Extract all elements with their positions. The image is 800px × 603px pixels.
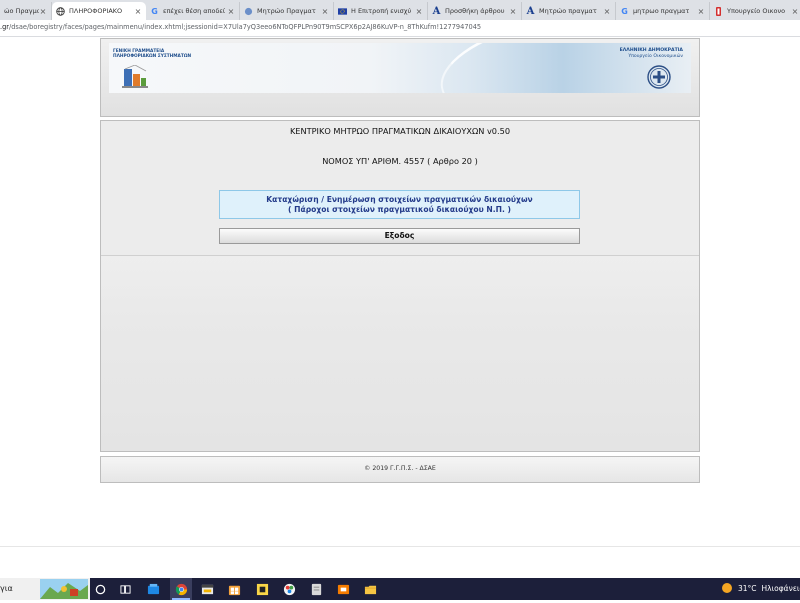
letter-a-icon: A xyxy=(432,5,441,17)
law-reference: ΝΟΜΟΣ ΥΠ' ΑΡΙΘΜ. 4557 ( Αρθρο 20 ) xyxy=(322,156,478,166)
page-content: ΓΕΝΙΚΗ ΓΡΑΜΜΑΤΕΙΑ ΠΛΗΡΟΦΟΡΙΑΚΩΝ ΣΥΣΤΗΜΑΤ… xyxy=(0,38,800,546)
search-highlight-icon xyxy=(40,579,88,599)
address-bar[interactable]: .gr/dsae/boregistry/faces/pages/mainmenu… xyxy=(0,20,800,37)
tab-title: ΠΛΗΡΟΦΟΡΙΑΚΟ xyxy=(69,7,123,15)
register-button-line2: ( Πάροχοι στοιχείων πραγματικού δικαιούχ… xyxy=(288,204,511,214)
browser-tab[interactable]: A Μητρώο πραγματ × xyxy=(522,2,616,20)
page-bottom-divider xyxy=(0,546,800,547)
tab-close-icon[interactable]: × xyxy=(227,7,235,16)
weather-temperature: 31°C xyxy=(738,583,757,593)
taskbar-search-text: για xyxy=(0,584,13,593)
greek-emblem-icon xyxy=(647,65,671,89)
edge-icon[interactable] xyxy=(145,581,161,597)
browser-tab[interactable]: G επέχει θέση αποδεί × xyxy=(146,2,240,20)
header-panel: ΓΕΝΙΚΗ ΓΡΑΜΜΑΤΕΙΑ ΠΛΗΡΟΦΟΡΙΑΚΩΝ ΣΥΣΤΗΜΑΤ… xyxy=(100,38,700,117)
browser-tab[interactable]: Μητρώο Πραγματ × xyxy=(240,2,334,20)
taskbar-search-box[interactable]: για xyxy=(0,578,90,600)
footer-copyright: © 2019 Γ.Γ.Π.Σ. - ΔΣΑΕ xyxy=(364,465,436,472)
task-view-icon[interactable] xyxy=(117,581,133,597)
photos-icon[interactable] xyxy=(281,581,297,597)
chrome-icon[interactable] xyxy=(173,581,189,597)
letter-a-icon: A xyxy=(526,5,535,17)
tab-close-icon[interactable]: × xyxy=(39,7,47,16)
register-beneficiaries-button[interactable]: Καταχώριση / Ενημέρωση στοιχείων πραγματ… xyxy=(219,190,580,219)
globe-icon xyxy=(56,6,65,16)
gsis-title: ΓΕΝΙΚΗ ΓΡΑΜΜΑΤΕΙΑ ΠΛΗΡΟΦΟΡΙΑΚΩΝ ΣΥΣΤΗΜΑΤ… xyxy=(113,49,191,59)
url-path: /dsae/boregistry/faces/pages/mainmenu/in… xyxy=(9,23,482,31)
tab-title: Υπουργείο Οικονο xyxy=(727,7,786,15)
main-menu-panel: ΚΕΝΤΡΙΚΟ ΜΗΤΡΩΟ ΠΡΑΓΜΑΤΙΚΩΝ ΔΙΚΑΙΟΥΧΩΝ v… xyxy=(100,120,700,452)
google-icon: G xyxy=(621,6,628,16)
tab-title: μητρωο πραγματ xyxy=(633,7,690,15)
banner-swoosh xyxy=(431,43,647,93)
browser-tab[interactable]: Η Επιτροπή ενισχύ × xyxy=(334,2,428,20)
tab-close-icon[interactable]: × xyxy=(791,7,799,16)
tab-close-icon[interactable]: × xyxy=(697,7,705,16)
notes-app-icon[interactable] xyxy=(308,581,324,597)
folder-icon[interactable] xyxy=(362,581,378,597)
header-banner: ΓΕΝΙΚΗ ΓΡΑΜΜΑΤΕΙΑ ΠΛΗΡΟΦΟΡΙΑΚΩΝ ΣΥΣΤΗΜΑΤ… xyxy=(109,43,691,93)
tab-close-icon[interactable]: × xyxy=(415,7,423,16)
file-manager-icon[interactable] xyxy=(199,581,215,597)
google-icon: G xyxy=(151,6,158,16)
cortana-icon[interactable] xyxy=(92,581,108,597)
weather-widget[interactable]: 31°C Ηλιοφάνεια xyxy=(722,583,800,593)
register-button-line1: Καταχώριση / Ενημέρωση στοιχείων πραγματ… xyxy=(266,194,533,204)
browser-tab-active[interactable]: ΠΛΗΡΟΦΟΡΙΑΚΟ × xyxy=(52,2,146,20)
url-host: .gr xyxy=(0,23,9,31)
tab-title: Μητρώο πραγματ xyxy=(539,7,597,15)
footer-panel: © 2019 Γ.Γ.Π.Σ. - ΔΣΑΕ xyxy=(100,456,700,483)
tab-title: επέχει θέση αποδεί xyxy=(163,7,226,15)
browser-tab[interactable]: ώο Πραγμα × xyxy=(0,2,52,20)
tab-close-icon[interactable]: × xyxy=(603,7,611,16)
tab-close-icon[interactable]: × xyxy=(134,7,142,16)
taskbar: για 31°C Ηλιοφάνεια xyxy=(0,578,800,600)
tab-title: Μητρώο Πραγματ xyxy=(257,7,316,15)
tab-title: ώο Πραγμα xyxy=(4,7,39,15)
page-title: ΚΕΝΤΡΙΚΟ ΜΗΤΡΩΟ ΠΡΑΓΜΑΤΙΚΩΝ ΔΙΚΑΙΟΥΧΩΝ v… xyxy=(289,126,511,136)
weather-description: Ηλιοφάνεια xyxy=(761,583,800,593)
exit-button[interactable]: Εξοδος xyxy=(219,228,580,244)
store-icon[interactable] xyxy=(226,581,242,597)
ministry-icon xyxy=(714,6,723,16)
browser-tab[interactable]: A Προσθήκη άρθρου × xyxy=(428,2,522,20)
sun-icon xyxy=(722,583,732,593)
eu-flag-icon xyxy=(338,7,347,16)
url-text[interactable]: .gr/dsae/boregistry/faces/pages/mainmenu… xyxy=(0,23,481,31)
main-menu-header: ΚΕΝΤΡΙΚΟ ΜΗΤΡΩΟ ΠΡΑΓΜΑΤΙΚΩΝ ΔΙΚΑΙΟΥΧΩΝ v… xyxy=(101,121,699,256)
tab-title: Η Επιτροπή ενισχύ xyxy=(351,7,412,15)
browser-tab[interactable]: Υπουργείο Οικονο × xyxy=(710,2,800,20)
tab-close-icon[interactable]: × xyxy=(321,7,329,16)
browser-tab[interactable]: G μητρωο πραγματ × xyxy=(616,2,710,20)
tab-close-icon[interactable]: × xyxy=(509,7,517,16)
gsis-line2: ΠΛΗΡΟΦΟΡΙΑΚΩΝ ΣΥΣΤΗΜΑΤΩΝ xyxy=(113,54,192,59)
republic-title: ΕΛΛΗΝΙΚΗ ΔΗΜΟΚΡΑΤΙΑ Υπουργείο Οικονομικώ… xyxy=(620,48,683,60)
sticky-notes-icon[interactable] xyxy=(254,581,270,597)
site-icon xyxy=(244,7,253,16)
gsis-logo-icon xyxy=(122,64,148,89)
tab-title: Προσθήκη άρθρου xyxy=(445,7,505,15)
ministry-name: Υπουργείο Οικονομικών xyxy=(628,54,683,59)
presentation-app-icon[interactable] xyxy=(335,581,351,597)
browser-tab-strip: ώο Πραγμα × ΠΛΗΡΟΦΟΡΙΑΚΟ × G επέχει θέση… xyxy=(0,0,800,20)
